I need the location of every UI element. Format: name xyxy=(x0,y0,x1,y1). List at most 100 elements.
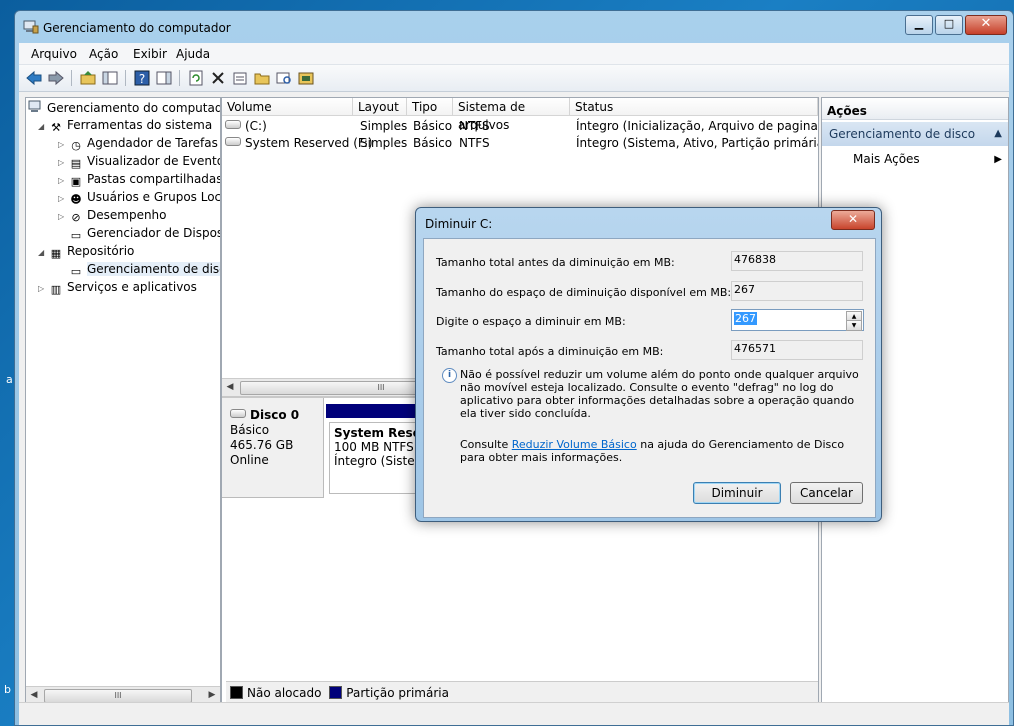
cell-layout: Simples xyxy=(360,136,408,150)
tree-item-event-viewer[interactable]: ▷ ▤ Visualizador de Eventos xyxy=(58,154,220,172)
minimize-button[interactable]: ▁ xyxy=(905,15,933,35)
actions-section-disk-management[interactable]: Gerenciamento de disco ▲ xyxy=(822,122,1008,146)
disk-tools-icon[interactable] xyxy=(297,69,315,87)
tools-icon: ⚒ xyxy=(51,121,61,134)
cell-status: Íntegro (Sistema, Ativo, Partição primár… xyxy=(576,136,819,150)
tree-item-local-users[interactable]: ▷ ☻ Usuários e Grupos Loca xyxy=(58,190,220,208)
tree-item-disk-management[interactable]: ▭ Gerenciamento de disco xyxy=(58,262,220,280)
info-message: Não é possível reduzir um volume além do… xyxy=(460,368,859,420)
tree-item-storage[interactable]: ◢ ▦ Repositório xyxy=(38,244,134,262)
users-icon: ☻ xyxy=(70,193,82,206)
collapse-arrow-icon[interactable]: ▲ xyxy=(994,128,1002,139)
expanded-arrow-icon[interactable]: ◢ xyxy=(38,248,48,257)
status-bar xyxy=(19,702,1009,725)
submenu-arrow-icon: ▶ xyxy=(994,154,1002,165)
forward-arrow-icon[interactable] xyxy=(47,69,65,87)
legend-primary-partition: Partição primária xyxy=(346,686,449,700)
field-available-shrink: 267 xyxy=(731,281,863,301)
collapsed-arrow-icon[interactable]: ▷ xyxy=(58,140,68,149)
window-title: Gerenciamento do computador xyxy=(43,21,231,35)
label-available-shrink: Tamanho do espaço de diminuição disponív… xyxy=(436,286,732,299)
up-folder-icon[interactable] xyxy=(79,69,97,87)
disk-management-icon: ▭ xyxy=(70,265,82,278)
label-amount-to-shrink: Digite o espaço a diminuir em MB: xyxy=(436,315,626,328)
scrollbar-thumb[interactable]: III xyxy=(44,689,192,703)
open-folder-icon[interactable] xyxy=(253,69,271,87)
show-hide-action-pane-icon[interactable] xyxy=(155,69,173,87)
title-bar[interactable]: Gerenciamento do computador ▁ □ ✕ xyxy=(15,11,1013,43)
more-actions-item[interactable]: Mais Ações xyxy=(853,152,920,166)
back-arrow-icon[interactable] xyxy=(25,69,43,87)
column-header-filesystem[interactable]: Sistema de arquivos xyxy=(453,98,570,132)
column-header-status[interactable]: Status xyxy=(570,98,818,116)
dialog-close-button[interactable]: ✕ xyxy=(831,210,875,230)
disk-size: 465.76 GB xyxy=(230,438,294,452)
rescan-disks-icon[interactable] xyxy=(275,69,293,87)
disk-icon xyxy=(230,409,246,418)
column-header-layout[interactable]: Layout xyxy=(353,98,407,116)
scroll-left-icon[interactable]: ◀ xyxy=(28,690,40,700)
help-reference: Consulte Reduzir Volume Básico na ajuda … xyxy=(460,438,845,464)
tree-item-device-manager[interactable]: ▭ Gerenciador de Disposit xyxy=(58,226,220,244)
menu-ajuda[interactable]: Ajuda xyxy=(176,47,210,61)
desktop-fragment: b xyxy=(4,683,11,696)
close-button[interactable]: ✕ xyxy=(965,15,1007,35)
collapsed-arrow-icon[interactable]: ▷ xyxy=(38,284,48,293)
tree-item-shared-folders[interactable]: ▷ ▣ Pastas compartilhadas xyxy=(58,172,220,190)
tree-root[interactable]: Gerenciamento do computado xyxy=(28,100,220,118)
collapsed-arrow-icon[interactable]: ▷ xyxy=(58,212,68,221)
unallocated-swatch xyxy=(230,686,243,699)
field-total-after: 476571 xyxy=(731,340,863,360)
help-link[interactable]: Reduzir Volume Básico xyxy=(512,438,637,451)
maximize-button[interactable]: □ xyxy=(935,15,963,35)
actions-header: Ações xyxy=(822,98,1008,120)
column-header-volume[interactable]: Volume xyxy=(222,98,353,116)
device-manager-icon: ▭ xyxy=(70,229,82,242)
menu-arquivo[interactable]: Arquivo xyxy=(31,47,77,61)
menu-bar: Arquivo Ação Exibir Ajuda xyxy=(19,43,1009,65)
console-tree: Gerenciamento do computado ◢ ⚒ Ferramentas… xyxy=(25,97,221,705)
shrink-amount-input[interactable]: 267 xyxy=(734,312,757,325)
primary-partition-swatch xyxy=(329,686,343,699)
cell-tipo: Básico xyxy=(413,119,453,133)
dialog-title: Diminuir C: xyxy=(425,217,493,231)
expanded-arrow-icon[interactable]: ◢ xyxy=(38,122,48,131)
disk-type: Básico xyxy=(230,423,270,437)
disk-0-label[interactable]: Disco 0 Básico 465.76 GB Online xyxy=(222,398,324,498)
performance-icon: ⊘ xyxy=(71,211,81,224)
shrink-amount-stepper[interactable]: 267 ▲ ▼ xyxy=(731,309,864,331)
close-icon: ✕ xyxy=(980,16,992,31)
delete-icon[interactable] xyxy=(209,69,227,87)
tree-item-performance[interactable]: ▷ ⊘ Desempenho xyxy=(58,208,167,226)
cell-layout: Simples xyxy=(360,119,408,133)
stepper-down-icon[interactable]: ▼ xyxy=(846,320,862,331)
volume-row-c[interactable]: (C:) xyxy=(225,119,267,133)
field-total-before: 476838 xyxy=(731,251,863,271)
tree-item-task-scheduler[interactable]: ▷ ◷ Agendador de Tarefas xyxy=(58,136,218,154)
collapsed-arrow-icon[interactable]: ▷ xyxy=(58,194,68,203)
collapsed-arrow-icon[interactable]: ▷ xyxy=(58,176,68,185)
toolbar: ? xyxy=(19,65,1009,92)
column-header-tipo[interactable]: Tipo xyxy=(407,98,453,116)
help-icon[interactable]: ? xyxy=(133,69,151,87)
tree-item-system-tools[interactable]: ◢ ⚒ Ferramentas do sistema xyxy=(38,118,212,136)
shrink-button[interactable]: Diminuir xyxy=(693,482,781,504)
computer-management-icon xyxy=(28,100,41,112)
volume-row-f[interactable]: System Reserved (F:) xyxy=(225,136,373,150)
show-hide-console-tree-icon[interactable] xyxy=(101,69,119,87)
cancel-button[interactable]: Cancelar xyxy=(790,482,863,504)
legend-unallocated: Não alocado xyxy=(247,686,322,700)
cell-status: Íntegro (Inicialização, Arquivo de pagin… xyxy=(576,119,818,133)
menu-exibir[interactable]: Exibir xyxy=(133,47,167,61)
computer-management-icon xyxy=(23,20,39,34)
tree-item-services-apps[interactable]: ▷ ▥ Serviços e aplicativos xyxy=(38,280,197,298)
scroll-right-icon[interactable]: ▶ xyxy=(206,690,218,700)
minimize-icon: ▁ xyxy=(914,17,924,30)
scroll-left-icon[interactable]: ◀ xyxy=(224,382,236,392)
shrink-volume-dialog: Diminuir C: ✕ Tamanho total antes da dim… xyxy=(415,207,882,522)
collapsed-arrow-icon[interactable]: ▷ xyxy=(58,158,68,167)
close-icon: ✕ xyxy=(847,212,859,226)
menu-acao[interactable]: Ação xyxy=(89,47,118,61)
properties-icon[interactable] xyxy=(231,69,249,87)
refresh-icon[interactable] xyxy=(187,69,205,87)
